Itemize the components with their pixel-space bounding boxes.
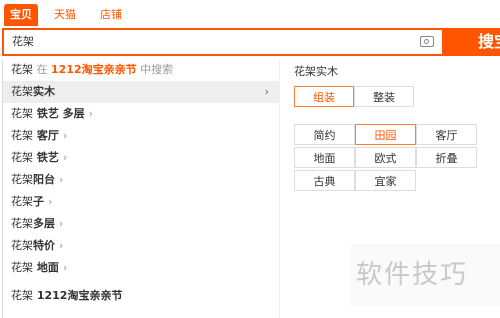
- search-bar: 花架 搜宝: [0, 26, 500, 60]
- suggestion-extension: 铁艺: [33, 151, 59, 164]
- suggestion-hint-suffix: 中搜索: [136, 63, 174, 76]
- suggestion-hint-prefix: 在: [33, 63, 51, 76]
- tab-tmall[interactable]: 天猫: [48, 4, 82, 26]
- search-button[interactable]: 搜宝: [442, 28, 500, 56]
- style-option-pastoral[interactable]: 田园: [355, 124, 416, 145]
- style-option-ikea[interactable]: 宜家: [355, 170, 416, 191]
- camera-icon[interactable]: [420, 36, 434, 47]
- suggestion-keyword: 花架: [11, 195, 33, 208]
- suggestion-extension: 铁艺 多层: [33, 107, 85, 120]
- suggestion-item[interactable]: 花架 客厅 ›: [3, 125, 279, 147]
- chevron-right-icon: ›: [62, 129, 68, 142]
- tab-shop[interactable]: 店铺: [94, 4, 128, 26]
- style-option-folding[interactable]: 折叠: [416, 147, 477, 168]
- suggestion-keyword: 花架: [11, 239, 33, 252]
- chevron-right-icon: ›: [62, 261, 68, 274]
- style-option-simple[interactable]: 简约: [294, 124, 355, 145]
- chevron-right-icon: ›: [59, 217, 64, 230]
- chevron-right-icon: ›: [48, 195, 53, 208]
- suggestion-keyword: 花架: [11, 289, 33, 302]
- suggestion-item[interactable]: 花架 铁艺 ›: [3, 147, 279, 169]
- suggestion-item[interactable]: 花架 1212淘宝亲亲节: [3, 285, 279, 307]
- chevron-right-icon: ›: [264, 85, 269, 98]
- suggestion-extension: 客厅: [33, 129, 59, 142]
- chevron-right-icon: ›: [88, 107, 94, 120]
- suggestion-item-event-search[interactable]: 花架 在 1212淘宝亲亲节 中搜索: [3, 59, 279, 81]
- suggestion-extension: 1212淘宝亲亲节: [33, 289, 123, 302]
- chevron-right-icon: ›: [59, 173, 64, 186]
- suggestion-list: 花架 在 1212淘宝亲亲节 中搜索 花架实木 › 花架 铁艺 多层 › 花架 客…: [3, 59, 280, 318]
- suggestion-keyword: 花架: [11, 63, 33, 76]
- suggestion-keyword: 花架: [11, 173, 33, 186]
- suggestion-item[interactable]: 花架子 ›: [3, 191, 279, 213]
- suggestion-extension: 地面: [33, 261, 59, 274]
- chevron-right-icon: ›: [59, 239, 64, 252]
- suggestion-keyword: 花架: [11, 151, 33, 164]
- type-option-assembled[interactable]: 组装: [294, 86, 354, 107]
- suggestion-item[interactable]: 花架 地面 ›: [3, 257, 279, 279]
- suggestion-keyword: 花架: [11, 107, 33, 120]
- suggestion-extension: 多层: [33, 217, 55, 230]
- search-input-value: 花架: [12, 35, 34, 48]
- style-option-classical[interactable]: 古典: [294, 170, 355, 191]
- suggestion-keyword: 花架: [11, 261, 33, 274]
- panel-title: 花架实木: [294, 65, 338, 78]
- suggestion-keyword: 花架: [11, 217, 33, 230]
- suggestion-item[interactable]: 花架特价 ›: [3, 235, 279, 257]
- search-input[interactable]: 花架: [2, 28, 442, 56]
- chevron-right-icon: ›: [62, 151, 68, 164]
- type-option-whole[interactable]: 整装: [354, 86, 414, 107]
- suggestion-item[interactable]: 花架阳台 ›: [3, 169, 279, 191]
- suggestion-extension: 实木: [33, 85, 55, 98]
- style-option-living-room[interactable]: 客厅: [416, 124, 477, 145]
- suggestion-extension: 子: [33, 195, 44, 208]
- event-name: 1212淘宝亲亲节: [51, 63, 137, 76]
- style-option-european[interactable]: 欧式: [355, 147, 416, 168]
- suggestion-extension: 阳台: [33, 173, 55, 186]
- suggestion-item[interactable]: 花架多层 ›: [3, 213, 279, 235]
- tab-baobei[interactable]: 宝贝: [4, 4, 38, 26]
- suggestion-extension: 特价: [33, 239, 55, 252]
- suggestion-keyword: 花架: [11, 85, 33, 98]
- suggestion-item-active[interactable]: 花架实木 ›: [3, 81, 279, 103]
- watermark: 软件技巧: [350, 244, 500, 306]
- suggestion-keyword: 花架: [11, 129, 33, 142]
- search-tabs: 宝贝 天猫 店铺: [0, 0, 500, 26]
- suggestion-item[interactable]: 花架 铁艺 多层 ›: [3, 103, 279, 125]
- style-option-floor[interactable]: 地面: [294, 147, 355, 168]
